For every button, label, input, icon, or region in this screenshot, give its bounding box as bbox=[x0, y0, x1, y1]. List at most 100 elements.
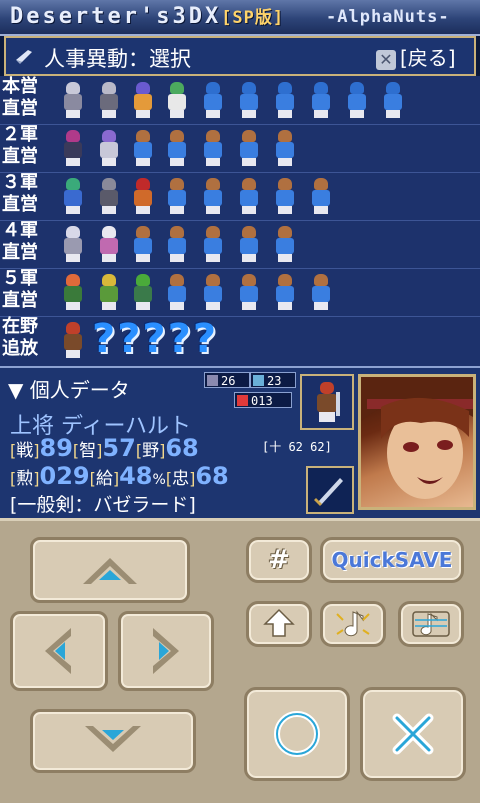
unit-sprite[interactable] bbox=[270, 128, 300, 168]
arrow-down-icon bbox=[85, 726, 141, 752]
unit-sprite[interactable] bbox=[342, 80, 372, 120]
unit-sprite[interactable] bbox=[162, 272, 192, 312]
stat-line-1: [戦]89[智]57[野]68 bbox=[10, 434, 199, 462]
unit-sprite[interactable] bbox=[162, 128, 192, 168]
unit-sprite[interactable] bbox=[58, 80, 88, 120]
screen-header: 人事異動：選択 ✕ [戻る] bbox=[4, 36, 476, 76]
confirm-button[interactable] bbox=[244, 687, 350, 781]
row-label: ２軍 直営 bbox=[2, 124, 38, 167]
cancel-button[interactable] bbox=[360, 687, 466, 781]
game-title: Deserter's3DX[SP版] bbox=[10, 3, 284, 29]
row-label: ３軍 直営 bbox=[2, 172, 38, 215]
cross-icon bbox=[392, 713, 434, 755]
unit-sprite[interactable] bbox=[128, 272, 158, 312]
unit-sprite[interactable] bbox=[378, 80, 408, 120]
stat-value-merit: 029 bbox=[39, 462, 90, 490]
arrow-right-icon bbox=[153, 628, 179, 674]
arrow-left-icon bbox=[45, 628, 71, 674]
dpad-up-button[interactable] bbox=[30, 537, 190, 603]
title-bar: Deserter's3DX[SP版] -AlphaNuts- bbox=[0, 0, 480, 36]
mini-stat-1: 26 bbox=[204, 372, 250, 388]
music-button[interactable] bbox=[320, 601, 386, 647]
up-arrow-icon bbox=[263, 608, 295, 637]
stat-label-ambition: 野 bbox=[142, 441, 160, 461]
unit-sprite[interactable] bbox=[94, 176, 124, 216]
scroll-icon bbox=[16, 50, 32, 64]
unit-sprite[interactable] bbox=[198, 176, 228, 216]
mini-stat-3: 013 bbox=[234, 392, 292, 408]
roster-grid: 本営 直営 ２軍 直営 ３軍 直営 ４軍 直営 ５軍 直営 在野 追放 ????… bbox=[0, 76, 480, 366]
unit-sprite[interactable] bbox=[270, 272, 300, 312]
unit-sprite[interactable] bbox=[306, 272, 336, 312]
quicksave-button[interactable]: QuickSAVE bbox=[320, 537, 464, 583]
stat-value-war: 89 bbox=[39, 434, 73, 462]
unit-sprite[interactable] bbox=[234, 128, 264, 168]
unit-sprite[interactable] bbox=[270, 176, 300, 216]
stat-label-loyalty: 忠 bbox=[172, 469, 190, 489]
unit-sprite[interactable] bbox=[162, 80, 192, 120]
studio-name: -AlphaNuts- bbox=[326, 7, 450, 27]
unit-sprite[interactable] bbox=[198, 272, 228, 312]
unit-sprite-selected[interactable] bbox=[58, 320, 88, 360]
unit-sprite[interactable] bbox=[234, 224, 264, 264]
unit-sprite[interactable] bbox=[128, 224, 158, 264]
circle-icon bbox=[274, 711, 320, 757]
screen-title: 人事異動：選択 bbox=[44, 47, 191, 71]
personal-data-panel: ▼ 個人データ 26 23 013 上将 ディーハルト [戦]89[智]57[野… bbox=[0, 366, 480, 520]
mini-stats: 26 23 013 bbox=[204, 372, 296, 408]
unit-sprite[interactable] bbox=[94, 224, 124, 264]
unit-sprite[interactable] bbox=[234, 176, 264, 216]
control-panel: # QuickSAVE bbox=[0, 518, 480, 803]
unit-sprite[interactable] bbox=[128, 80, 158, 120]
unit-sprite[interactable] bbox=[162, 176, 192, 216]
unit-sprite[interactable] bbox=[128, 176, 158, 216]
hash-button[interactable]: # bbox=[246, 537, 312, 583]
personal-data-title: ▼ 個人データ bbox=[8, 378, 130, 402]
roster-row-army2: ２軍 直営 bbox=[0, 124, 480, 173]
unit-sprite[interactable] bbox=[58, 128, 88, 168]
row-label: ５軍 直営 bbox=[2, 268, 38, 311]
unit-sprite[interactable] bbox=[162, 224, 192, 264]
roster-row-army5: ５軍 直営 bbox=[0, 268, 480, 317]
row-label: 本営 直営 bbox=[2, 76, 38, 119]
unit-sprite[interactable] bbox=[306, 80, 336, 120]
sprite-portrait bbox=[300, 374, 354, 430]
sword-icon bbox=[306, 466, 354, 514]
unit-sprite[interactable] bbox=[306, 176, 336, 216]
music-note-icon bbox=[336, 610, 370, 637]
unit-sprite[interactable] bbox=[270, 80, 300, 120]
dpad-down-button[interactable] bbox=[30, 709, 196, 773]
stat-label-salary: 給 bbox=[95, 469, 113, 489]
unit-sprite[interactable] bbox=[198, 128, 228, 168]
unit-sprite[interactable] bbox=[270, 224, 300, 264]
roster-row-army3: ３軍 直営 bbox=[0, 172, 480, 221]
stat-label-merit: 勲 bbox=[16, 469, 34, 489]
unit-sprite[interactable] bbox=[94, 80, 124, 120]
unknown-slots: ????? bbox=[92, 316, 219, 362]
unit-sprite[interactable] bbox=[94, 128, 124, 168]
mini-stat-2: 23 bbox=[250, 372, 296, 388]
back-button[interactable]: ✕ [戻る] bbox=[376, 42, 470, 70]
unit-sprite[interactable] bbox=[234, 80, 264, 120]
hash-label: # bbox=[268, 545, 290, 575]
stat-line-2: [勲]029[給]48%[忠]68 bbox=[10, 462, 229, 490]
unit-sprite[interactable] bbox=[58, 272, 88, 312]
dpad-left-button[interactable] bbox=[10, 611, 108, 691]
row-label: ４軍 直営 bbox=[2, 220, 38, 263]
unit-sprite[interactable] bbox=[128, 128, 158, 168]
up-arrow-button[interactable] bbox=[246, 601, 312, 647]
stat-label-int: 智 bbox=[79, 441, 97, 461]
unit-sprite[interactable] bbox=[94, 272, 124, 312]
music-settings-icon bbox=[412, 611, 450, 637]
weapon-name: [一般剣：バゼラード] bbox=[10, 494, 196, 516]
unit-sprite[interactable] bbox=[198, 80, 228, 120]
unit-sprite[interactable] bbox=[58, 176, 88, 216]
dpad-right-button[interactable] bbox=[118, 611, 214, 691]
stat-value-salary: 48 bbox=[119, 462, 153, 490]
stat-value-ambition: 68 bbox=[165, 434, 199, 462]
row-label: 在野 追放 bbox=[2, 316, 38, 359]
unit-sprite[interactable] bbox=[58, 224, 88, 264]
unit-sprite[interactable] bbox=[198, 224, 228, 264]
unit-sprite[interactable] bbox=[234, 272, 264, 312]
music-settings-button[interactable] bbox=[398, 601, 464, 647]
